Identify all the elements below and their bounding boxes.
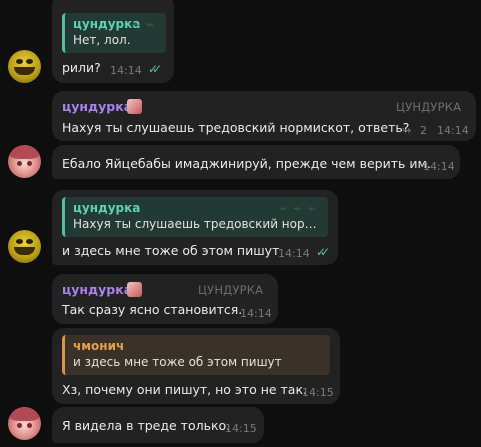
sender-name[interactable]: цундурка [62, 99, 132, 114]
sender-role: ЦУНДУРКА [396, 100, 462, 114]
avatar-eye [26, 239, 33, 244]
reply-quote[interactable]: ⌁⌁⌁ цундурка Нахуя ты слушаешь тредовски… [62, 197, 328, 237]
double-check-icon: ✓✓ [148, 62, 162, 76]
message-time: 14:15 [302, 386, 334, 399]
avatar-eye [17, 423, 22, 428]
reply-arrow-icon[interactable]: ↪ [402, 124, 411, 137]
reply-pattern: ⌁⌁ [131, 17, 160, 33]
avatar-hair [8, 407, 41, 421]
message-text: Я видела в треде только. [62, 418, 231, 433]
avatar-eye [27, 161, 32, 166]
avatar[interactable] [8, 407, 41, 440]
message-time: 14:14 [278, 247, 310, 260]
message-text: Нахуя ты слушаешь тредовский нормискот, … [62, 120, 410, 135]
message-time: 14:14 [240, 307, 272, 320]
avatar-mouth [14, 67, 35, 75]
avatar-eye [17, 161, 22, 166]
avatar-hair [8, 145, 41, 159]
avatar-mouth [14, 247, 35, 255]
avatar-eye [16, 59, 23, 64]
reply-text: и здесь мне тоже об этом пишут [73, 355, 282, 369]
avatar-eye [16, 239, 23, 244]
reply-author: чмонич [73, 339, 125, 353]
sender-name[interactable]: цундурка [62, 282, 132, 297]
avatar[interactable] [8, 230, 41, 263]
message-text: рили? [62, 60, 101, 75]
reply-pattern: ⌁⌁⌁ [278, 201, 322, 217]
message-time: 14:14 [110, 64, 142, 77]
message-time: 14:14 [437, 124, 469, 137]
reply-text: Нахуя ты слушаешь тредовский норм... [73, 217, 320, 231]
message-time: 14:15 [225, 422, 257, 435]
message-text: Хз, почему они пишут, но это не так. [62, 382, 307, 397]
sender-badge-icon [127, 282, 142, 297]
message-text: Так сразу ясно становится. [62, 302, 243, 317]
avatar-eye [26, 59, 33, 64]
reply-count[interactable]: 2 [420, 124, 427, 137]
reply-quote[interactable]: ⌁⌁ цундурка Нет, лол. [62, 13, 166, 53]
avatar[interactable] [8, 145, 41, 178]
sender-role: ЦУНДУРКА [198, 283, 264, 297]
chat-area: ⌁⌁ цундурка Нет, лол. рили? 14:14 ✓✓ цун… [0, 0, 481, 447]
message-time: 14:14 [423, 160, 455, 173]
double-check-icon: ✓✓ [316, 245, 330, 259]
reply-text: Нет, лол. [73, 33, 131, 47]
avatar-eye [27, 423, 32, 428]
message-text: Ебало Яйцебабы имаджинируй, прежде чем в… [62, 156, 431, 171]
reply-quote[interactable]: чмонич и здесь мне тоже об этом пишут [62, 335, 330, 375]
avatar[interactable] [8, 50, 41, 83]
sender-badge-icon [127, 99, 142, 114]
message-text: и здесь мне тоже об этом пишут [62, 243, 280, 258]
